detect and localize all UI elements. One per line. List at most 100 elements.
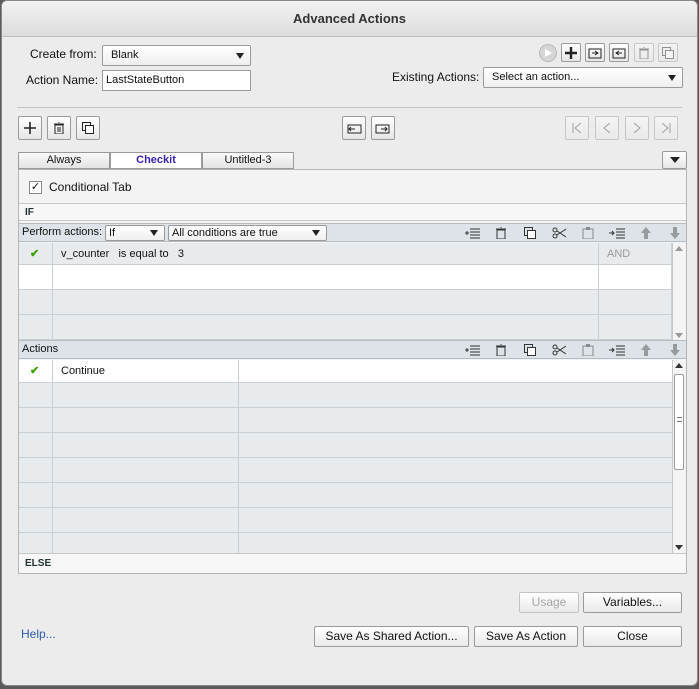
preview-play-icon[interactable] xyxy=(539,44,557,62)
chevron-down-icon xyxy=(236,53,244,59)
insert-below-icon[interactable] xyxy=(609,343,625,357)
scissors-icon[interactable] xyxy=(551,343,567,357)
perform-actions-value: If xyxy=(109,227,116,239)
scroll-up-icon xyxy=(675,246,683,251)
add-decision-button[interactable] xyxy=(18,116,42,140)
actions-grid: ✔ Continue xyxy=(19,360,672,553)
previous-decision-button[interactable] xyxy=(595,116,619,140)
duplicate-action-button[interactable] xyxy=(658,43,678,62)
paste-icon[interactable] xyxy=(580,226,596,240)
scroll-down-icon xyxy=(675,545,683,550)
chevron-down-icon xyxy=(668,75,676,81)
action-row[interactable] xyxy=(19,433,672,458)
first-decision-button[interactable] xyxy=(565,116,589,140)
new-action-button[interactable] xyxy=(561,43,581,62)
move-right-icon xyxy=(375,124,390,134)
existing-actions-dropdown[interactable]: Select an action... xyxy=(483,67,683,88)
action-row[interactable] xyxy=(19,408,672,433)
create-from-dropdown[interactable]: Blank xyxy=(102,45,251,66)
delete-action-button[interactable] xyxy=(634,43,654,62)
separator xyxy=(17,107,682,108)
plus-icon xyxy=(565,46,577,59)
action-row[interactable]: ✔ Continue xyxy=(19,360,672,383)
action-name-input[interactable]: LastStateButton xyxy=(102,70,251,91)
else-heading[interactable]: ELSE xyxy=(19,553,686,573)
delete-decision-button[interactable] xyxy=(47,116,71,140)
action-row[interactable] xyxy=(19,383,672,408)
usage-button[interactable]: Usage xyxy=(519,592,579,613)
action-name[interactable]: Continue xyxy=(53,360,239,382)
close-button[interactable]: Close xyxy=(583,626,682,647)
actions-toolbar: Actions xyxy=(19,340,686,359)
move-decision-right-button[interactable] xyxy=(371,116,395,140)
copy-icon[interactable] xyxy=(522,226,538,240)
next-decision-button[interactable] xyxy=(625,116,649,140)
condition-row[interactable] xyxy=(19,315,672,340)
action-row[interactable] xyxy=(19,508,672,533)
previous-icon xyxy=(603,123,611,133)
export-action-button[interactable] xyxy=(609,43,629,62)
insert-row-icon[interactable] xyxy=(464,343,480,357)
duplicate-decision-button[interactable] xyxy=(76,116,100,140)
last-decision-button[interactable] xyxy=(654,116,678,140)
next-icon xyxy=(633,123,641,133)
tabs-menu-button[interactable] xyxy=(662,151,687,169)
existing-actions-value: Select an action... xyxy=(492,71,580,83)
action-row[interactable] xyxy=(19,458,672,483)
trash-icon[interactable] xyxy=(493,343,509,357)
arrow-up-icon[interactable] xyxy=(638,226,654,240)
trash-icon[interactable] xyxy=(493,226,509,240)
actions-scrollbar[interactable] xyxy=(672,360,685,553)
condition-row[interactable]: ✔ v_counter is equal to 3 AND xyxy=(19,243,672,265)
chevron-down-icon xyxy=(150,230,158,236)
perform-actions-label: Perform actions: xyxy=(22,226,103,238)
scroll-down-icon xyxy=(675,333,683,338)
move-left-icon xyxy=(347,124,362,134)
conditions-scrollbar[interactable] xyxy=(672,243,685,341)
move-decision-left-button[interactable] xyxy=(342,116,366,140)
copy-icon[interactable] xyxy=(522,343,538,357)
existing-actions-label: Existing Actions: xyxy=(392,70,480,84)
create-from-label: Create from: xyxy=(30,47,97,61)
arrow-down-icon[interactable] xyxy=(667,226,683,240)
duplicate-icon xyxy=(662,46,674,59)
insert-below-icon[interactable] xyxy=(609,226,625,240)
create-from-value: Blank xyxy=(111,49,139,61)
check-icon: ✔ xyxy=(19,243,53,264)
insert-row-icon[interactable] xyxy=(464,226,480,240)
condition-row[interactable] xyxy=(19,290,672,315)
tab-checkit[interactable]: Checkit xyxy=(110,152,202,169)
trash-icon xyxy=(54,122,64,134)
action-name-label: Action Name: xyxy=(26,73,99,87)
variables-button[interactable]: Variables... xyxy=(583,592,682,613)
perform-actions-dropdown[interactable]: If xyxy=(105,225,165,241)
chevron-down-icon xyxy=(312,230,320,236)
conditions-grid: ✔ v_counter is equal to 3 AND xyxy=(19,243,672,341)
decision-panel: ✓ Conditional Tab IF Perform actions: If… xyxy=(18,169,687,574)
dialog-title: Advanced Actions xyxy=(2,1,697,37)
last-icon xyxy=(661,123,671,133)
condition-expression[interactable]: v_counter is equal to 3 xyxy=(53,243,599,264)
if-heading: IF xyxy=(19,203,686,221)
paste-icon[interactable] xyxy=(580,343,596,357)
condition-variable: v_counter xyxy=(61,248,110,260)
tab-untitled-3[interactable]: Untitled-3 xyxy=(202,152,294,169)
chevron-down-icon xyxy=(669,157,680,163)
condition-row[interactable] xyxy=(19,265,672,290)
help-link[interactable]: Help... xyxy=(21,627,56,641)
scissors-icon[interactable] xyxy=(551,226,567,240)
action-row[interactable] xyxy=(19,483,672,508)
arrow-down-icon[interactable] xyxy=(667,343,683,357)
import-action-button[interactable] xyxy=(585,43,605,62)
conditional-tab-checkbox[interactable]: ✓ xyxy=(29,181,42,194)
condition-mode-dropdown[interactable]: All conditions are true xyxy=(168,225,327,241)
action-row[interactable] xyxy=(19,533,672,553)
condition-value: 3 xyxy=(177,248,184,260)
save-shared-action-button[interactable]: Save As Shared Action... xyxy=(314,626,469,647)
tab-always[interactable]: Always xyxy=(18,152,110,169)
condition-logic[interactable]: AND xyxy=(599,243,672,264)
first-icon xyxy=(572,123,582,133)
scrollbar-thumb[interactable] xyxy=(674,374,684,470)
save-as-action-button[interactable]: Save As Action xyxy=(474,626,578,647)
arrow-up-icon[interactable] xyxy=(638,343,654,357)
